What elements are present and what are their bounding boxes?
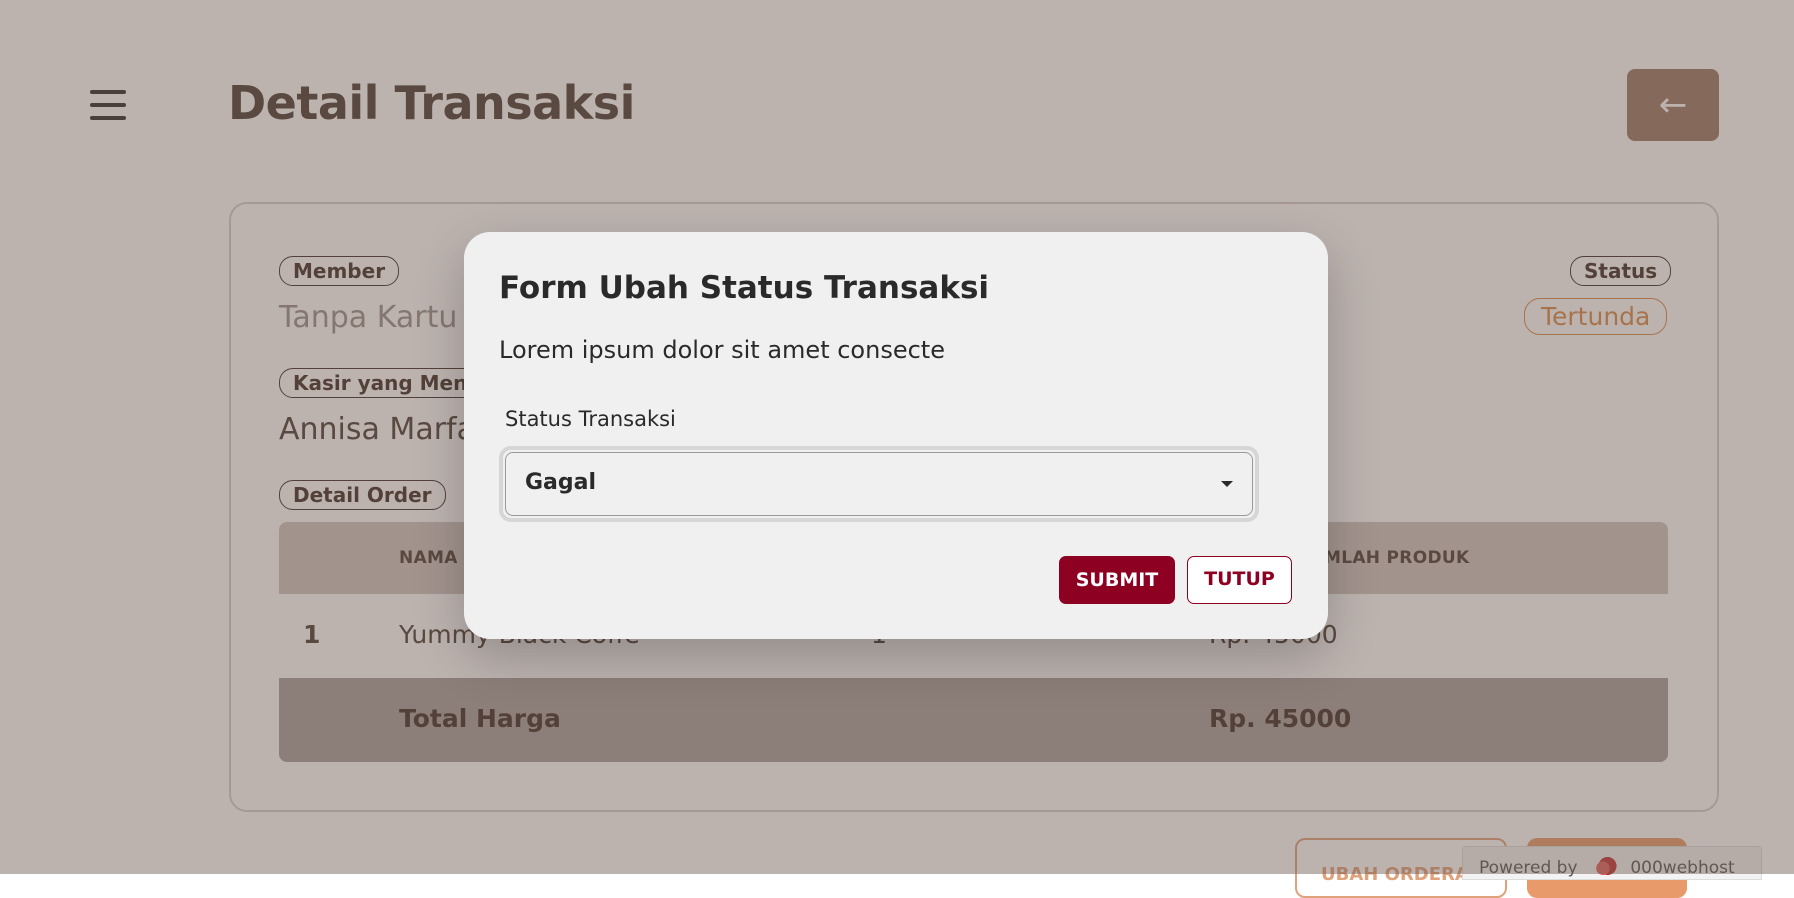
change-status-modal: Form Ubah Status Transaksi Lorem ipsum d… [464,232,1328,639]
status-select-value: Gagal [525,470,597,495]
status-select[interactable]: Gagal [499,446,1259,522]
status-select-inner [505,452,1253,516]
submit-button[interactable]: SUBMIT [1059,556,1175,604]
status-select-label: Status Transaksi [505,407,676,431]
caret-down-icon [1221,481,1233,487]
modal-description: Lorem ipsum dolor sit amet consecte [499,336,945,364]
modal-title: Form Ubah Status Transaksi [499,270,990,306]
close-button[interactable]: TUTUP [1187,556,1292,604]
